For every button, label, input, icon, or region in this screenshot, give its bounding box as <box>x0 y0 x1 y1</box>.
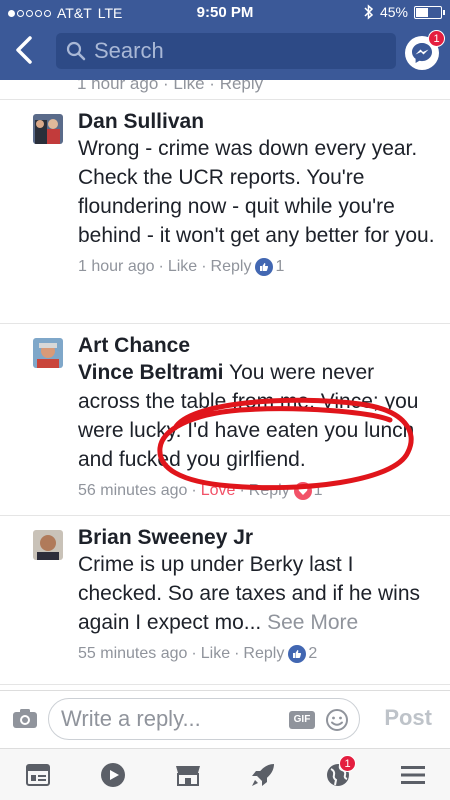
reply-bar: Write a reply... GIF Post <box>0 690 450 748</box>
status-bar: AT&T LTE 9:50 PM 45% <box>0 0 450 26</box>
bluetooth-icon <box>364 4 374 20</box>
messenger-button[interactable]: 1 <box>405 30 445 70</box>
comment-content: Brian Sweeney Jr Crime is up under Berky… <box>78 526 438 663</box>
tab-notifications[interactable]: 1 <box>300 749 375 800</box>
see-more-link[interactable]: See More <box>267 611 358 634</box>
search-placeholder: Search <box>94 38 164 63</box>
like-link[interactable]: Like <box>201 645 230 663</box>
like-link[interactable]: Like <box>168 258 197 276</box>
sticker-button[interactable] <box>325 708 349 737</box>
comment-content: Art Chance Vince Beltrami You were never… <box>78 334 438 500</box>
top-bar: AT&T LTE 9:50 PM 45% Search 1 <box>0 0 450 80</box>
like-reaction-icon <box>288 645 307 663</box>
status-right: 45% <box>364 4 445 20</box>
smiley-icon <box>326 709 348 731</box>
love-link[interactable]: Love <box>201 482 236 500</box>
comment-time[interactable]: 56 minutes ago <box>78 482 187 500</box>
divider <box>0 99 450 100</box>
back-arrow-icon <box>16 36 32 64</box>
tab-marketplace[interactable] <box>150 749 225 800</box>
comment-body: Crime is up under Berky last I checked. … <box>78 550 438 637</box>
avatar[interactable] <box>33 114 63 144</box>
comment-text: Wrong - crime was down every year. Check… <box>78 137 435 247</box>
comment-meta: 1 hour ago · Like · Reply 1 <box>78 258 285 276</box>
video-icon <box>100 762 125 787</box>
divider <box>0 323 450 324</box>
comment-meta: 55 minutes ago · Like · Reply 2 <box>78 645 318 663</box>
comment-author[interactable]: Art Chance <box>78 334 438 358</box>
avatar[interactable] <box>33 530 63 560</box>
camera-button[interactable] <box>12 707 38 734</box>
partial-comment-meta: 1 hour ago · Like · Reply <box>77 80 264 93</box>
gif-button[interactable]: GIF <box>289 711 315 729</box>
tab-menu[interactable] <box>375 749 450 800</box>
comment-text: Crime is up under Berky last I checked. … <box>78 553 421 634</box>
reply-link[interactable]: Reply <box>211 258 252 276</box>
reply-input[interactable]: Write a reply... GIF <box>48 698 360 740</box>
reaction-count: 2 <box>308 645 318 662</box>
search-icon <box>66 41 86 61</box>
like-reaction-icon <box>255 258 274 276</box>
tab-news-feed[interactable] <box>0 749 75 800</box>
reaction-summary[interactable]: 1 <box>293 482 323 500</box>
comment-body: Vince Beltrami You were never across the… <box>78 358 438 474</box>
mention-link[interactable]: Vince Beltrami <box>78 361 224 384</box>
tab-video[interactable] <box>75 749 150 800</box>
divider <box>0 515 450 516</box>
comment-time[interactable]: 55 minutes ago <box>78 645 187 663</box>
tab-explore[interactable] <box>225 749 300 800</box>
reaction-count: 1 <box>275 258 285 275</box>
reply-link[interactable]: Reply <box>249 482 290 500</box>
avatar[interactable] <box>33 338 63 368</box>
comment-author[interactable]: Brian Sweeney Jr <box>78 526 438 550</box>
comment-author[interactable]: Dan Sullivan <box>78 110 438 134</box>
reaction-summary[interactable]: 1 <box>255 258 284 276</box>
reaction-summary[interactable]: 2 <box>288 645 317 663</box>
comment-meta: 56 minutes ago · Love · Reply 1 <box>78 482 323 500</box>
tab-bar: 1 <box>0 748 450 800</box>
comment-time[interactable]: 1 hour ago <box>78 258 155 276</box>
love-reaction-icon <box>293 482 312 500</box>
back-button[interactable] <box>12 32 42 68</box>
reply-placeholder: Write a reply... <box>61 706 201 731</box>
news-feed-icon <box>25 763 50 786</box>
comment-content: Dan Sullivan Wrong - crime was down ever… <box>78 110 438 276</box>
battery-percent: 45% <box>379 4 408 20</box>
search-input[interactable]: Search <box>56 33 396 69</box>
battery-icon <box>414 5 445 19</box>
reaction-count: 1 <box>313 482 323 499</box>
rocket-icon <box>251 763 274 786</box>
camera-icon <box>13 709 37 728</box>
comments-feed[interactable]: 1 hour ago · Like · Reply Dan Sullivan W… <box>0 80 450 690</box>
post-button[interactable]: Post <box>384 705 432 731</box>
notifications-badge: 1 <box>339 755 356 772</box>
messenger-badge: 1 <box>428 30 445 47</box>
reply-link[interactable]: Reply <box>243 645 284 663</box>
menu-icon <box>400 765 425 784</box>
divider <box>0 684 450 685</box>
marketplace-icon <box>175 765 200 786</box>
